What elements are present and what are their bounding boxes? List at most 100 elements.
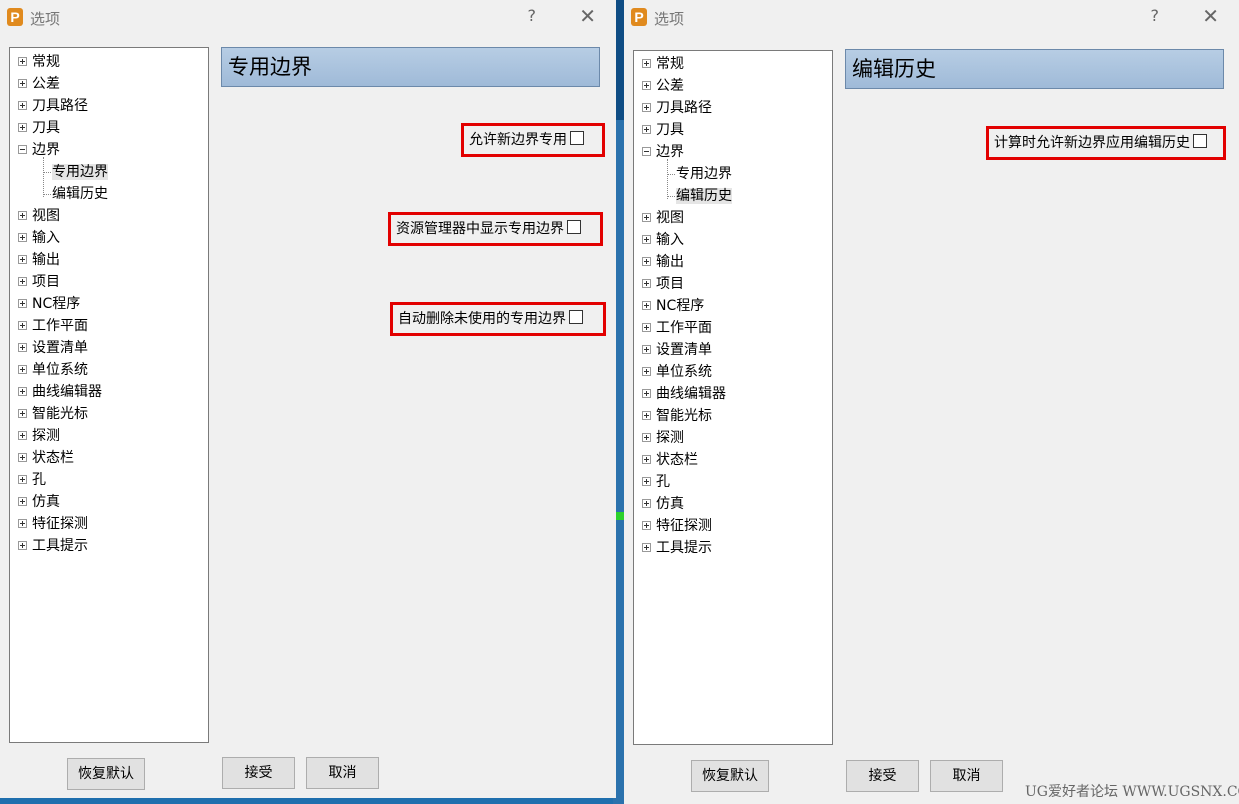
cancel-button[interactable]: 取消: [930, 760, 1003, 792]
tree-item[interactable]: 设置清单: [642, 339, 712, 361]
close-icon[interactable]: ✕: [1202, 4, 1219, 28]
option-show-private-boundary-in-explorer[interactable]: 资源管理器中显示专用边界: [388, 212, 603, 246]
tree-item[interactable]: 视图: [18, 205, 60, 227]
tree-item[interactable]: NC程序: [642, 295, 704, 317]
tree-item[interactable]: 输入: [18, 227, 60, 249]
tree-item[interactable]: 单位系统: [18, 359, 88, 381]
expand-icon[interactable]: [18, 320, 27, 330]
expand-icon[interactable]: [18, 408, 27, 418]
tree-item[interactable]: 单位系统: [642, 361, 712, 383]
tree-item[interactable]: 探测: [18, 425, 60, 447]
help-icon[interactable]: ?: [528, 6, 537, 25]
collapse-icon[interactable]: [18, 144, 27, 154]
accept-button[interactable]: 接受: [846, 760, 919, 792]
expand-icon[interactable]: [18, 342, 27, 352]
collapse-icon[interactable]: [642, 146, 651, 156]
tree-item[interactable]: 视图: [642, 207, 684, 229]
restore-defaults-button[interactable]: 恢复默认: [691, 760, 769, 792]
restore-defaults-button[interactable]: 恢复默认: [67, 758, 145, 790]
tree-item[interactable]: 项目: [18, 271, 60, 293]
expand-icon[interactable]: [642, 102, 651, 112]
tree-item[interactable]: 工作平面: [18, 315, 88, 337]
tree-item[interactable]: 智能光标: [18, 403, 88, 425]
tree-item[interactable]: 编辑历史: [676, 185, 732, 207]
tree-item[interactable]: 常规: [642, 53, 684, 75]
expand-icon[interactable]: [642, 410, 651, 420]
tree-item[interactable]: 工具提示: [18, 535, 88, 557]
tree-item[interactable]: 探测: [642, 427, 684, 449]
tree-item[interactable]: 刀具: [18, 117, 60, 139]
expand-icon[interactable]: [642, 300, 651, 310]
checkbox[interactable]: [1193, 134, 1207, 148]
expand-icon[interactable]: [18, 298, 27, 308]
option-apply-edit-history-to-new-boundary[interactable]: 计算时允许新边界应用编辑历史: [986, 126, 1226, 160]
tree-item[interactable]: 设置清单: [18, 337, 88, 359]
tree-item[interactable]: 编辑历史: [52, 183, 108, 205]
tree-item[interactable]: 工具提示: [642, 537, 712, 559]
expand-icon[interactable]: [642, 234, 651, 244]
expand-icon[interactable]: [642, 520, 651, 530]
accept-button[interactable]: 接受: [222, 757, 295, 789]
expand-icon[interactable]: [18, 254, 27, 264]
tree-item[interactable]: NC程序: [18, 293, 80, 315]
tree-item[interactable]: 项目: [642, 273, 684, 295]
tree-item[interactable]: 刀具路径: [18, 95, 88, 117]
tree-item[interactable]: 状态栏: [642, 449, 698, 471]
expand-icon[interactable]: [18, 210, 27, 220]
tree-item[interactable]: 曲线编辑器: [642, 383, 726, 405]
tree-item[interactable]: 仿真: [642, 493, 684, 515]
tree-item[interactable]: 工作平面: [642, 317, 712, 339]
tree-item[interactable]: 孔: [18, 469, 46, 491]
tree-item[interactable]: 特征探测: [642, 515, 712, 537]
expand-icon[interactable]: [18, 122, 27, 132]
tree-item[interactable]: 特征探测: [18, 513, 88, 535]
expand-icon[interactable]: [18, 474, 27, 484]
expand-icon[interactable]: [642, 498, 651, 508]
expand-icon[interactable]: [18, 364, 27, 374]
option-auto-delete-unused-private-boundary[interactable]: 自动删除未使用的专用边界: [390, 302, 606, 336]
expand-icon[interactable]: [18, 452, 27, 462]
expand-icon[interactable]: [642, 212, 651, 222]
option-allow-new-boundary-private[interactable]: 允许新边界专用: [461, 123, 605, 157]
expand-icon[interactable]: [642, 344, 651, 354]
expand-icon[interactable]: [642, 278, 651, 288]
tree-item[interactable]: 曲线编辑器: [18, 381, 102, 403]
tree-item[interactable]: 公差: [18, 73, 60, 95]
expand-icon[interactable]: [18, 386, 27, 396]
expand-icon[interactable]: [642, 366, 651, 376]
tree-item[interactable]: 专用边界: [676, 163, 732, 185]
expand-icon[interactable]: [642, 256, 651, 266]
tree-item[interactable]: 刀具路径: [642, 97, 712, 119]
cancel-button[interactable]: 取消: [306, 757, 379, 789]
tree-item[interactable]: 专用边界: [52, 161, 108, 183]
expand-icon[interactable]: [642, 476, 651, 486]
tree-item[interactable]: 边界: [642, 141, 684, 163]
expand-icon[interactable]: [642, 388, 651, 398]
tree-item[interactable]: 输出: [18, 249, 60, 271]
tree-item[interactable]: 输入: [642, 229, 684, 251]
expand-icon[interactable]: [18, 540, 27, 550]
expand-icon[interactable]: [18, 232, 27, 242]
expand-icon[interactable]: [18, 78, 27, 88]
expand-icon[interactable]: [642, 542, 651, 552]
expand-icon[interactable]: [642, 322, 651, 332]
tree-item[interactable]: 状态栏: [18, 447, 74, 469]
expand-icon[interactable]: [18, 496, 27, 506]
expand-icon[interactable]: [642, 58, 651, 68]
tree-item[interactable]: 公差: [642, 75, 684, 97]
tree-item[interactable]: 边界: [18, 139, 60, 161]
expand-icon[interactable]: [18, 518, 27, 528]
expand-icon[interactable]: [18, 56, 27, 66]
checkbox[interactable]: [567, 220, 581, 234]
expand-icon[interactable]: [18, 276, 27, 286]
tree-item[interactable]: 常规: [18, 51, 60, 73]
tree-item[interactable]: 刀具: [642, 119, 684, 141]
expand-icon[interactable]: [642, 454, 651, 464]
expand-icon[interactable]: [642, 124, 651, 134]
tree-item[interactable]: 孔: [642, 471, 670, 493]
expand-icon[interactable]: [642, 80, 651, 90]
tree-item[interactable]: 仿真: [18, 491, 60, 513]
close-icon[interactable]: ✕: [579, 4, 596, 28]
checkbox[interactable]: [569, 310, 583, 324]
tree-item[interactable]: 智能光标: [642, 405, 712, 427]
